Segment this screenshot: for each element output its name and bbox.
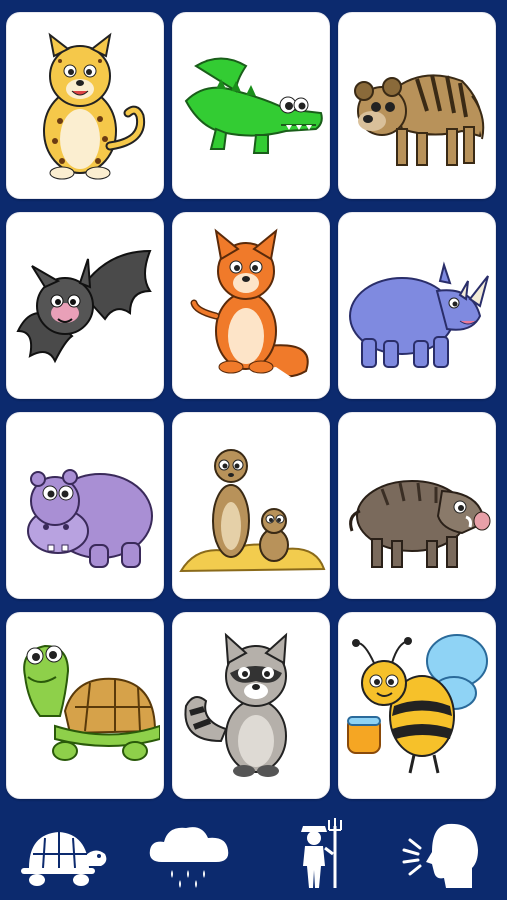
raccoon-icon bbox=[184, 632, 288, 777]
fox-icon bbox=[190, 228, 309, 378]
rain-cloud-icon bbox=[149, 827, 229, 888]
bee-card[interactable] bbox=[338, 612, 496, 799]
bottom-category-bar bbox=[0, 808, 507, 900]
hyena-icon bbox=[354, 73, 485, 166]
boar-card[interactable] bbox=[338, 412, 496, 599]
bat-icon bbox=[16, 249, 152, 363]
rhino-card[interactable] bbox=[338, 212, 496, 399]
crocodile-card[interactable] bbox=[172, 12, 330, 199]
hyena-card[interactable] bbox=[338, 12, 496, 199]
boar-icon bbox=[349, 479, 491, 568]
cheetah-icon bbox=[43, 32, 146, 179]
turtle-icon bbox=[23, 644, 160, 761]
meerkat-card[interactable] bbox=[172, 412, 330, 599]
turtle-card[interactable] bbox=[6, 612, 164, 799]
rhino-icon bbox=[349, 260, 489, 368]
farmer-with-pitchfork-icon bbox=[300, 818, 342, 888]
bee-icon bbox=[347, 633, 488, 773]
animal-card-grid bbox=[6, 12, 501, 799]
animals-category-button[interactable] bbox=[13, 814, 113, 894]
bat-card[interactable] bbox=[6, 212, 164, 399]
crocodile-icon bbox=[184, 57, 323, 154]
meerkat-icon bbox=[179, 448, 326, 572]
weather-category-button[interactable] bbox=[140, 814, 240, 894]
hippo-icon bbox=[27, 468, 153, 568]
hippo-card[interactable] bbox=[6, 412, 164, 599]
raccoon-card[interactable] bbox=[172, 612, 330, 799]
turtle-silhouette-icon bbox=[21, 832, 107, 886]
speaking-head-icon bbox=[402, 823, 478, 888]
farm-category-button[interactable] bbox=[267, 814, 367, 894]
speak-button[interactable] bbox=[394, 814, 494, 894]
fox-card[interactable] bbox=[172, 212, 330, 399]
cheetah-card[interactable] bbox=[6, 12, 164, 199]
